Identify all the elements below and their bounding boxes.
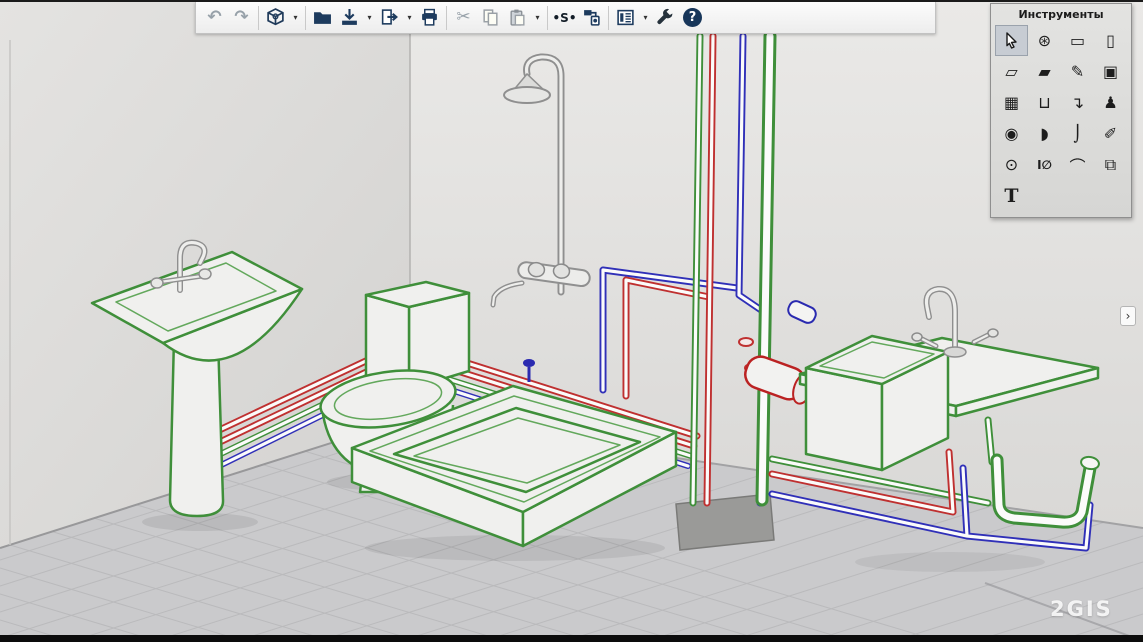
letterbox-top (0, 0, 1143, 2)
paste-button[interactable] (504, 5, 531, 31)
export-icon (380, 8, 399, 27)
tool-valve-figure[interactable]: ♟ (1094, 87, 1127, 118)
tool-pipe-vertical[interactable]: ▯ (1094, 25, 1127, 56)
folder-icon (313, 8, 332, 27)
organizer-button[interactable] (612, 5, 639, 31)
save-caret[interactable]: ▾ (363, 5, 376, 31)
export-caret[interactable]: ▾ (403, 5, 416, 31)
polyline-button[interactable]: •S• (551, 5, 578, 31)
help-button[interactable]: ? (679, 5, 706, 31)
tool-tray[interactable]: ▰ (1028, 56, 1061, 87)
main-toolbar: ↶ ↷ ▾ ▾ ▾ (195, 2, 936, 34)
toolbar-divider (608, 6, 609, 30)
copy-icon (481, 8, 500, 27)
tool-appliance[interactable]: ◉ (995, 118, 1028, 149)
toolbar-divider (305, 6, 306, 30)
tool-window-box[interactable]: ▦ (995, 87, 1028, 118)
save-icon (340, 8, 359, 27)
tool-angled-pipe[interactable]: ⌡ (1061, 118, 1094, 149)
tool-grid: ⊛ ▭ ▯ ▱ ▰ ✎ ▣ ▦ ⊔ ↴ ♟ ◉ ◗ ⌡ ✐ ⊙ I∅ ⌒ ⧉ T (995, 25, 1127, 211)
printer-icon (420, 8, 439, 27)
letterbox-bottom (0, 635, 1143, 642)
toolbar-divider (258, 6, 259, 30)
save-button[interactable] (336, 5, 363, 31)
panel-expander-button[interactable]: › (1120, 306, 1136, 326)
tool-sheets[interactable]: ⧉ (1094, 149, 1127, 180)
paste-icon (508, 8, 527, 27)
select-cursor-icon (1004, 32, 1019, 49)
views-3d-button[interactable] (262, 5, 289, 31)
organizer-caret[interactable]: ▾ (639, 5, 652, 31)
share-model-icon (582, 8, 601, 27)
copy-button[interactable] (477, 5, 504, 31)
print-button[interactable] (416, 5, 443, 31)
tool-pipe-segment[interactable]: ✎ (1061, 56, 1094, 87)
tool-slab[interactable]: ▱ (995, 56, 1028, 87)
tool-sphere-polygon[interactable]: ⊙ (995, 149, 1028, 180)
app-window: ↶ ↷ ▾ ▾ ▾ (0, 0, 1143, 642)
scene-canvas (0, 0, 1143, 642)
toolbar-divider (547, 6, 548, 30)
tool-dimension[interactable]: I∅ (1028, 149, 1061, 180)
polyline-icon: •S• (553, 11, 577, 25)
sink-faucet-handle (151, 278, 163, 288)
palette-title: Инструменты (995, 8, 1127, 21)
open-folder-button[interactable] (309, 5, 336, 31)
redo-button[interactable]: ↷ (228, 5, 255, 31)
tool-arc-pipe[interactable]: ⌒ (1061, 149, 1094, 180)
shower-head (504, 87, 550, 103)
tool-orbit[interactable]: ⊛ (1028, 25, 1061, 56)
settings-wrench-button[interactable] (652, 5, 679, 31)
cut-button[interactable]: ✂ (450, 5, 477, 31)
share-model-button[interactable] (578, 5, 605, 31)
help-icon: ? (683, 8, 702, 27)
tool-bucket[interactable]: ⊔ (1028, 87, 1061, 118)
wrench-icon (656, 8, 675, 27)
tool-select[interactable] (995, 25, 1028, 56)
watermark: 2GIS (1050, 597, 1113, 621)
tools-palette: Инструменты ⊛ ▭ ▯ ▱ ▰ ✎ ▣ ▦ ⊔ ↴ ♟ ◉ ◗ ⌡ … (990, 3, 1132, 218)
tool-rectangle[interactable]: ▭ (1061, 25, 1094, 56)
tool-tall-panel[interactable]: ▣ (1094, 56, 1127, 87)
tool-pipe-elbow[interactable]: ↴ (1061, 87, 1094, 118)
organizer-icon (616, 8, 635, 27)
paste-caret[interactable]: ▾ (531, 5, 544, 31)
undo-button[interactable]: ↶ (201, 5, 228, 31)
tool-insulated-pipe[interactable]: ✐ (1094, 118, 1127, 149)
cube-3d-icon (266, 8, 285, 27)
tool-text[interactable]: T (995, 180, 1028, 211)
tool-curved-fitting[interactable]: ◗ (1028, 118, 1061, 149)
toolbar-divider (446, 6, 447, 30)
views-3d-caret[interactable]: ▾ (289, 5, 302, 31)
export-button[interactable] (376, 5, 403, 31)
